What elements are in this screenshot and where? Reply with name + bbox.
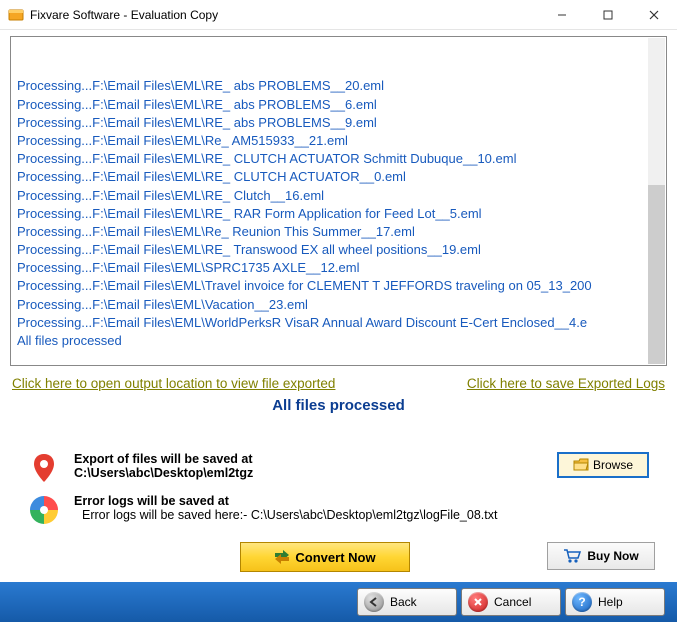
export-location-row: Export of files will be saved at C:\User… — [28, 448, 649, 488]
footer: Back Cancel ? Help — [0, 582, 677, 622]
buy-now-button[interactable]: Buy Now — [547, 542, 655, 570]
save-logs-link[interactable]: Click here to save Exported Logs — [467, 376, 665, 391]
main-content: Processing...F:\Email Files\EML\RE_ abs … — [0, 30, 677, 582]
titlebar: Fixvare Software - Evaluation Copy — [0, 0, 677, 30]
status-text: All files processed — [10, 393, 667, 426]
cancel-label: Cancel — [494, 595, 531, 609]
export-location-text: Export of files will be saved at C:\User… — [74, 452, 543, 480]
export-label: Export of files will be saved at — [74, 452, 543, 466]
browse-label: Browse — [593, 458, 633, 472]
scrollbar[interactable] — [648, 38, 665, 364]
close-button[interactable] — [631, 0, 677, 30]
buy-label: Buy Now — [587, 549, 638, 563]
app-icon — [8, 7, 24, 23]
export-path: C:\Users\abc\Desktop\eml2tgz — [74, 466, 543, 480]
action-row: Convert Now Buy Now — [10, 540, 667, 582]
convert-now-button[interactable]: Convert Now — [240, 542, 410, 572]
open-output-link[interactable]: Click here to open output location to vi… — [12, 376, 335, 391]
cancel-x-icon — [468, 592, 488, 612]
error-label: Error logs will be saved at — [74, 494, 649, 508]
window-title: Fixvare Software - Evaluation Copy — [30, 8, 539, 22]
back-arrow-icon — [364, 592, 384, 612]
back-label: Back — [390, 595, 417, 609]
help-question-icon: ? — [572, 592, 592, 612]
error-log-row: Error logs will be saved at Error logs w… — [28, 490, 649, 530]
minimize-button[interactable] — [539, 0, 585, 30]
convert-label: Convert Now — [295, 550, 375, 565]
pie-icon — [28, 494, 60, 526]
cart-icon — [563, 548, 581, 564]
log-output[interactable]: Processing...F:\Email Files\EML\RE_ abs … — [10, 36, 667, 366]
folder-icon — [573, 458, 589, 472]
maximize-button[interactable] — [585, 0, 631, 30]
convert-icon — [273, 549, 291, 565]
browse-button[interactable]: Browse — [557, 452, 649, 478]
error-path: Error logs will be saved here:- C:\Users… — [74, 508, 649, 522]
info-panel: Export of files will be saved at C:\User… — [18, 440, 659, 536]
location-pin-icon — [28, 452, 60, 484]
error-log-text: Error logs will be saved at Error logs w… — [74, 494, 649, 522]
window-controls — [539, 0, 677, 30]
log-text: Processing...F:\Email Files\EML\RE_ abs … — [17, 77, 660, 366]
help-label: Help — [598, 595, 623, 609]
links-row: Click here to open output location to vi… — [10, 366, 667, 393]
back-button[interactable]: Back — [357, 588, 457, 616]
scrollbar-thumb[interactable] — [648, 185, 665, 364]
cancel-button[interactable]: Cancel — [461, 588, 561, 616]
help-button[interactable]: ? Help — [565, 588, 665, 616]
